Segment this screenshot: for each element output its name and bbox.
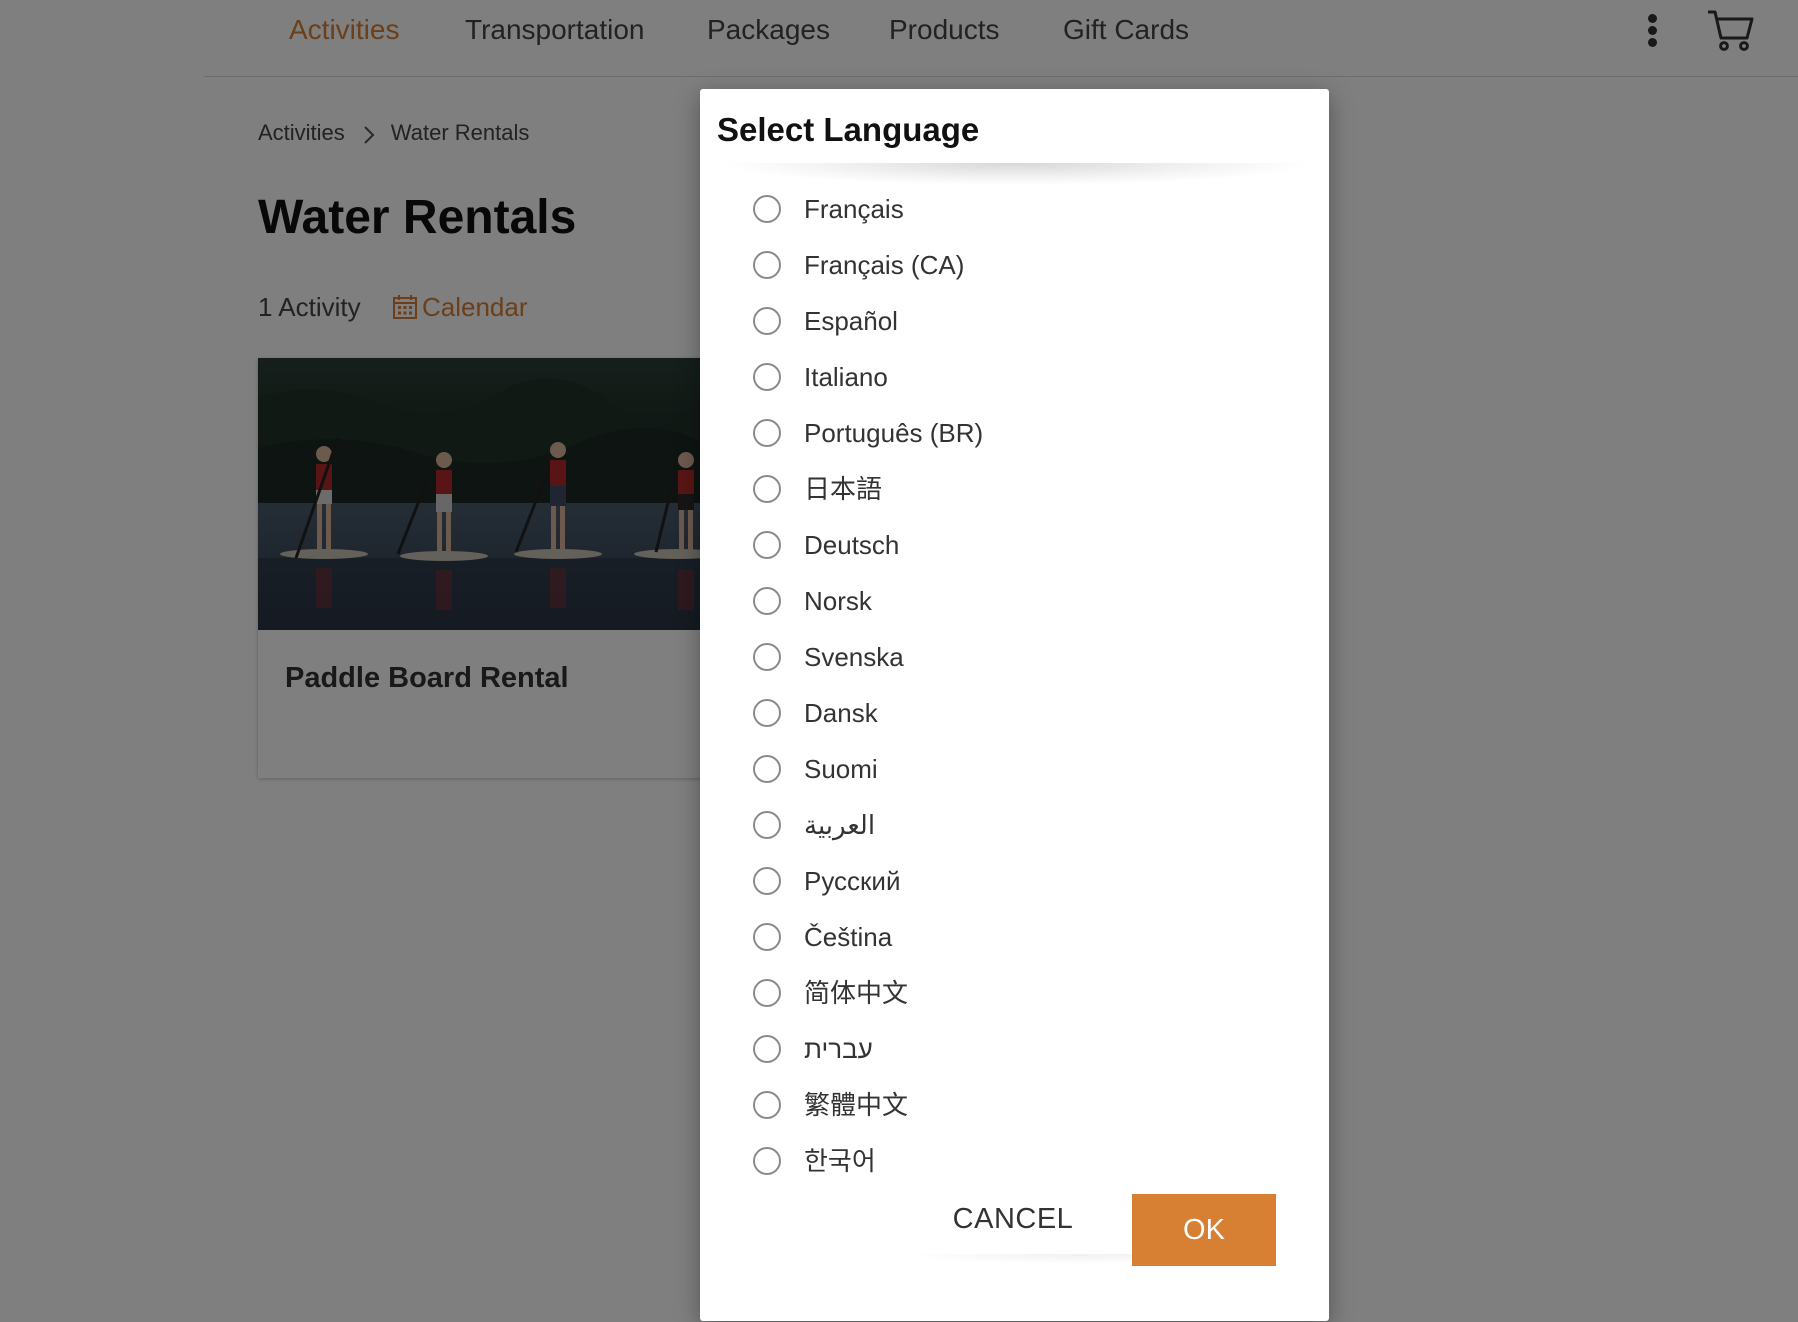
radio-button[interactable] [753, 251, 781, 279]
language-option[interactable]: Deutsch [700, 520, 1329, 576]
language-label: العربية [804, 810, 876, 840]
language-label: 繁體中文 [804, 1090, 909, 1120]
ok-button[interactable]: OK [1132, 1194, 1276, 1266]
language-option[interactable]: עברית [700, 1024, 1329, 1080]
radio-button[interactable] [753, 1147, 781, 1175]
language-option[interactable]: Русский [700, 856, 1329, 912]
language-label: Deutsch [804, 530, 900, 560]
language-label: 한국어 [804, 1146, 876, 1176]
language-option[interactable]: Dansk [700, 688, 1329, 744]
language-label: 日本語 [804, 474, 883, 504]
select-language-dialog: Select Language Français Français (CA) E… [700, 89, 1329, 1321]
radio-button[interactable] [753, 923, 781, 951]
language-label: Русский [804, 866, 901, 896]
radio-button[interactable] [753, 1035, 781, 1063]
language-option[interactable]: Čeština [700, 912, 1329, 968]
dialog-title: Select Language [717, 111, 980, 148]
language-label: Italiano [804, 362, 888, 392]
language-option[interactable]: Português (BR) [700, 408, 1329, 464]
language-label: 简体中文 [804, 978, 909, 1008]
language-label: Čeština [804, 922, 893, 952]
radio-button[interactable] [753, 811, 781, 839]
cancel-button[interactable]: CANCEL [945, 1196, 1081, 1242]
language-option[interactable]: Français (CA) [700, 240, 1329, 296]
radio-button[interactable] [753, 699, 781, 727]
language-option[interactable]: Norsk [700, 576, 1329, 632]
language-option[interactable]: Español [700, 296, 1329, 352]
language-option[interactable]: العربية [700, 800, 1329, 856]
language-option[interactable]: Français [700, 184, 1329, 240]
language-option[interactable]: Suomi [700, 744, 1329, 800]
radio-button[interactable] [753, 419, 781, 447]
radio-button[interactable] [753, 587, 781, 615]
language-list[interactable]: Français Français (CA) Español Italiano … [700, 184, 1329, 1277]
language-label: Español [804, 306, 898, 336]
language-option[interactable]: Svenska [700, 632, 1329, 688]
language-option[interactable]: Italiano [700, 352, 1329, 408]
language-label: Dansk [804, 698, 878, 728]
language-option[interactable]: 简体中文 [700, 968, 1329, 1024]
radio-button[interactable] [753, 475, 781, 503]
radio-button[interactable] [753, 979, 781, 1007]
language-label: עברית [804, 1034, 873, 1064]
radio-button[interactable] [753, 1091, 781, 1119]
language-label: Norsk [804, 586, 872, 616]
language-label: Français (CA) [804, 250, 965, 280]
radio-button[interactable] [753, 195, 781, 223]
radio-button[interactable] [753, 643, 781, 671]
language-option[interactable]: 日本語 [700, 464, 1329, 520]
radio-button[interactable] [753, 531, 781, 559]
language-option[interactable]: 繁體中文 [700, 1080, 1329, 1136]
language-label: Svenska [804, 642, 904, 672]
radio-button[interactable] [753, 867, 781, 895]
language-option[interactable]: 한국어 [700, 1136, 1329, 1192]
language-label: Français [804, 194, 904, 224]
title-divider-shadow [726, 163, 1306, 185]
radio-button[interactable] [753, 307, 781, 335]
language-label: Português (BR) [804, 418, 984, 448]
language-label: Suomi [804, 754, 878, 784]
radio-button[interactable] [753, 363, 781, 391]
radio-button[interactable] [753, 755, 781, 783]
